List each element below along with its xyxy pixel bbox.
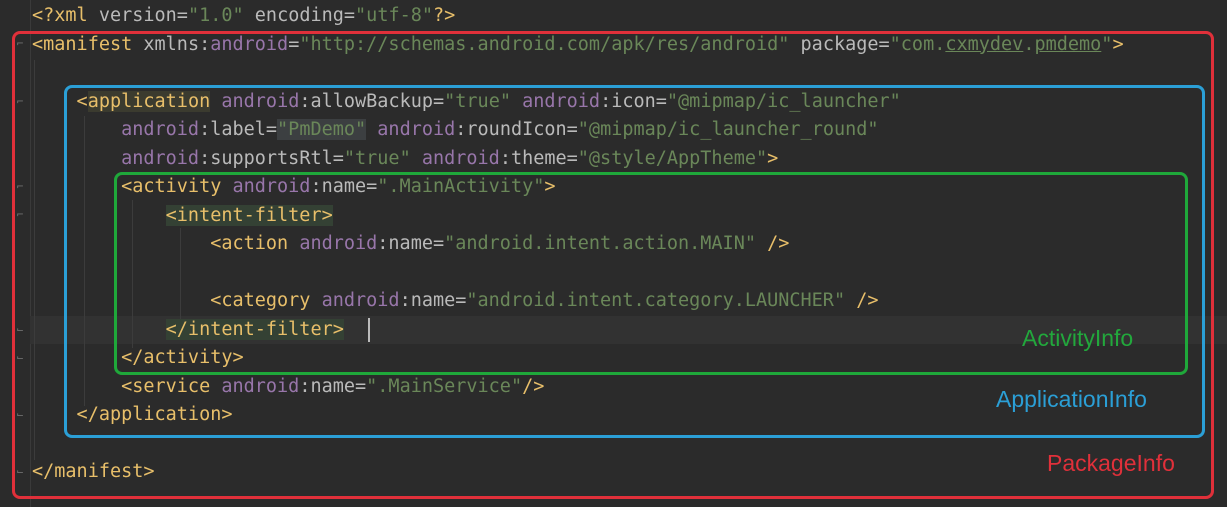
activity-info-label: ActivityInfo: [1022, 325, 1134, 351]
code-token: "1.0": [187, 5, 244, 26]
code-token: ?>: [433, 5, 456, 26]
code-token: <?: [32, 5, 55, 26]
code-token: "utf-8": [355, 5, 434, 26]
code-line[interactable]: <?xml version="1.0" encoding="utf-8"?>: [32, 2, 455, 30]
application-info-label: ApplicationInfo: [996, 386, 1147, 412]
code-token: encoding=: [243, 5, 356, 26]
code-token: version=: [98, 5, 188, 26]
package-info-label: PackageInfo: [1047, 450, 1175, 476]
code-token: xml: [54, 5, 99, 26]
